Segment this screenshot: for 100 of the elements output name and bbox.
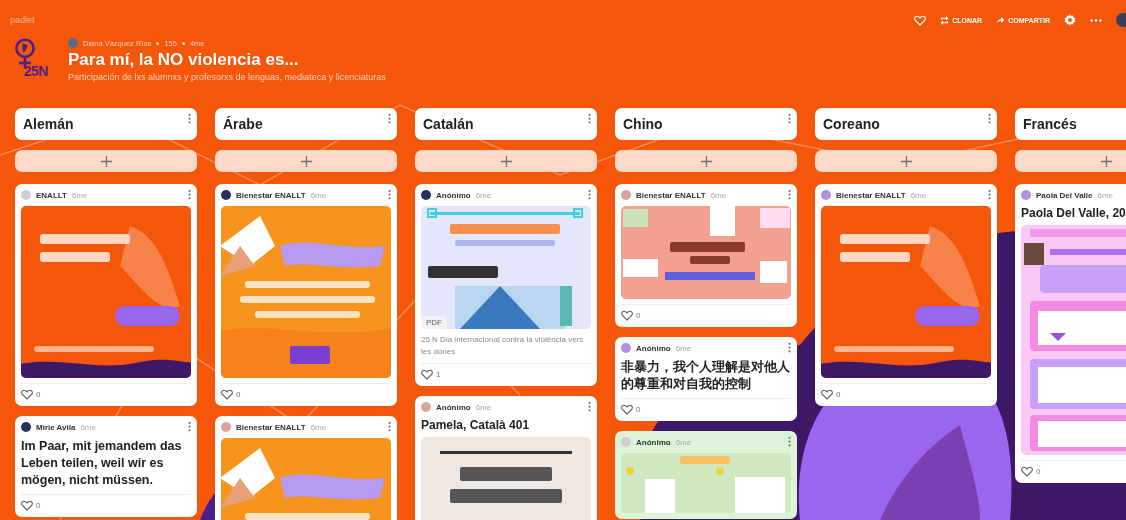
heart-icon[interactable] xyxy=(621,310,633,321)
more-icon[interactable] xyxy=(188,421,191,432)
post-card[interactable]: Anónimo 6me xyxy=(615,431,797,519)
plus-icon xyxy=(300,155,312,167)
author-avatar xyxy=(421,190,431,200)
post-card[interactable]: Anónimo 6me 非暴力，我个人理解是对他人的尊重和对自我的控制 0 xyxy=(615,337,797,421)
author-avatar xyxy=(21,190,31,200)
post-card[interactable]: Anónimo 6me PDF 25 N Dia internacional contra la violència vers les dones 1 xyxy=(415,184,597,386)
more-icon[interactable] xyxy=(788,436,791,447)
post-age: 6me xyxy=(675,437,692,447)
like-count: 0 xyxy=(36,390,41,399)
post-card[interactable]: Bienestar ENALLT 6me 0 xyxy=(215,184,397,406)
heart-icon[interactable] xyxy=(621,404,633,415)
post-card[interactable]: Anónimo 6me Pamela, Català 401 xyxy=(415,396,597,520)
post-card[interactable]: Paola Del Valle 6me Paola Del Valle, 20 0 xyxy=(1015,184,1126,483)
post-age: 6me xyxy=(710,190,727,200)
file-type-label: PDF xyxy=(421,316,447,329)
column-title: Árabe xyxy=(223,116,263,132)
author-name: Bienestar ENALLT xyxy=(636,190,706,200)
plus-icon xyxy=(500,155,512,167)
heart-icon[interactable] xyxy=(421,369,433,380)
post-card[interactable]: Mirie Avila 6me Im Paar, mit jemandem das Leben teilen, weil wir es mögen, nicht müssen. 0 xyxy=(15,416,197,517)
post-age: 6me xyxy=(910,190,927,200)
board-title: Para mí, la NO violencia es... xyxy=(68,50,300,70)
separator-dot-icon xyxy=(181,41,185,45)
heart-icon[interactable] xyxy=(821,389,833,400)
author-avatar xyxy=(1021,190,1031,200)
plus-icon xyxy=(1100,155,1112,167)
more-icon[interactable] xyxy=(188,189,191,200)
user-avatar[interactable] xyxy=(1116,13,1126,27)
author-avatar xyxy=(621,190,631,200)
column-title: Catalán xyxy=(423,116,474,132)
like-count: 0 xyxy=(836,390,841,399)
more-icon[interactable] xyxy=(788,189,791,200)
column-title: Chino xyxy=(623,116,663,132)
author-name: Paola Del Valle xyxy=(1036,190,1093,200)
post-card[interactable]: Bienestar ENALLT 6me 0 xyxy=(615,184,797,327)
share-arrow-icon xyxy=(996,16,1006,24)
more-icon[interactable] xyxy=(988,189,991,200)
heart-icon[interactable] xyxy=(221,389,233,400)
author-avatar xyxy=(621,343,631,353)
author-avatar xyxy=(621,437,631,447)
author-name: Bienestar ENALLT xyxy=(236,422,306,432)
like-count: 0 xyxy=(636,311,641,320)
post-title: Paola Del Valle, 20 xyxy=(1021,206,1126,220)
post-age: 6me xyxy=(71,190,88,200)
column-title: Francés xyxy=(1023,116,1077,132)
more-icon[interactable] xyxy=(588,401,591,412)
more-icon[interactable] xyxy=(388,113,391,124)
post-age: 6me xyxy=(475,402,492,412)
post-age: 6me xyxy=(475,190,492,200)
post-age: 6me xyxy=(675,343,692,353)
plus-icon xyxy=(900,155,912,167)
post-card[interactable]: Bienestar ENALLT 6me xyxy=(215,416,397,520)
plus-icon xyxy=(700,155,712,167)
author-avatar xyxy=(221,422,231,432)
more-icon[interactable] xyxy=(388,421,391,432)
post-age: 6me xyxy=(80,422,96,432)
post-age: 6me xyxy=(310,422,327,432)
heart-icon[interactable] xyxy=(1021,466,1033,477)
post-text: 非暴力，我个人理解是对他人的尊重和对自我的控制 xyxy=(621,359,791,393)
heart-icon[interactable] xyxy=(21,389,33,400)
more-icon[interactable] xyxy=(788,113,791,124)
author-name: Anónimo xyxy=(436,402,471,412)
more-icon[interactable] xyxy=(988,113,991,124)
like-count: 0 xyxy=(1036,467,1041,476)
heart-icon[interactable] xyxy=(21,500,33,511)
logo-text: 25N xyxy=(24,63,49,79)
repeat-icon xyxy=(940,15,950,25)
like-count: 1 xyxy=(436,370,441,379)
author-avatar xyxy=(221,190,231,200)
settings-button[interactable] xyxy=(1064,14,1076,26)
like-count: 0 xyxy=(236,390,241,399)
like-button[interactable] xyxy=(914,14,927,26)
author-avatar xyxy=(68,38,78,48)
post-text: Im Paar, mit jemandem das Leben teilen, weil wir es mögen, nicht müssen. xyxy=(21,438,183,489)
author-name: Bienestar ENALLT xyxy=(836,190,906,200)
more-icon[interactable] xyxy=(388,189,391,200)
author-avatar xyxy=(21,422,31,432)
attachment-caption: 25 N Dia internacional contra la violència vers les dones xyxy=(421,334,585,358)
like-count: 0 xyxy=(36,501,41,510)
author-name: Mirie Avila xyxy=(36,422,76,432)
more-icon[interactable] xyxy=(588,189,591,200)
column-title: Alemán xyxy=(23,116,74,132)
settings-icon xyxy=(1064,14,1076,26)
separator-dot-icon xyxy=(156,41,160,45)
post-card[interactable]: ENALLT 6me 0 xyxy=(15,184,197,406)
post-age: 6me xyxy=(1097,190,1114,200)
post-title: Pamela, Català 401 xyxy=(421,418,531,432)
plus-icon xyxy=(100,155,112,167)
more-button[interactable] xyxy=(1090,18,1102,22)
more-icon[interactable] xyxy=(588,113,591,124)
board-description: Participación de lxs alumnxs y profesorxs de lenguas, mediateca y licenciaturas xyxy=(68,72,386,82)
column-title: Coreano xyxy=(823,116,880,132)
author-name: Anónimo xyxy=(436,190,471,200)
author-name: ENALLT xyxy=(36,190,67,200)
more-icon[interactable] xyxy=(188,113,191,124)
post-card[interactable]: Bienestar ENALLT 6me 0 xyxy=(815,184,997,406)
more-icon[interactable] xyxy=(788,342,791,353)
more-icon xyxy=(1090,18,1102,22)
